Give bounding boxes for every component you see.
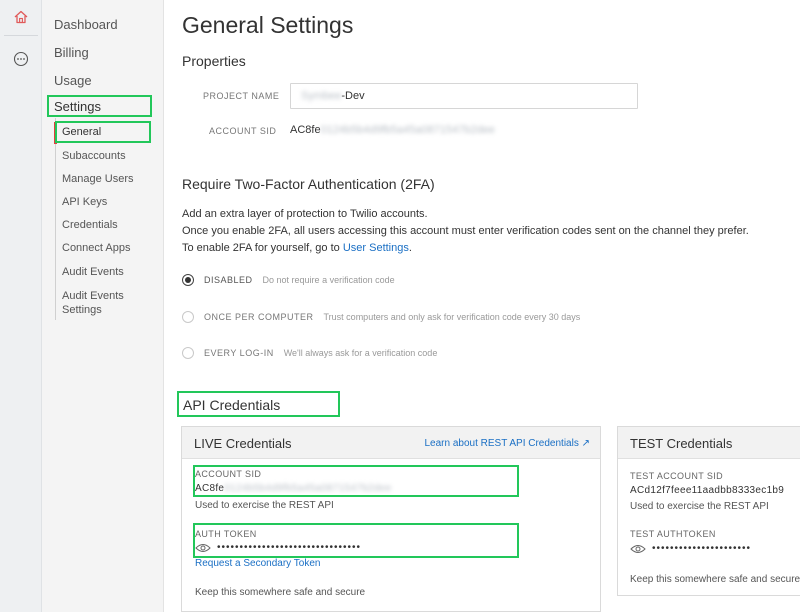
sidebar: Dashboard Billing Usage Settings General… [42,0,164,612]
option-every-desc: We'll always ask for a verification code [283,348,438,358]
user-settings-link[interactable]: User Settings [343,242,409,254]
project-name-label: PROJECT NAME [203,91,280,101]
test-sid-value: ACd12f7feee11aadbb8333ec1b9 [630,485,785,496]
option-every-label: EVERY LOG-IN [204,348,274,358]
main-content: General Settings Properties PROJECT NAME… [164,0,800,612]
live-sid-label: ACCOUNT SID [195,469,262,479]
page-title: General Settings [182,12,354,38]
radio-once-per-computer[interactable] [182,311,194,323]
project-name-input[interactable]: Symbee-Dev [290,83,638,109]
test-credentials-card: TEST Credentials TEST ACCOUNT SID ACd12f… [617,426,800,596]
option-disabled-label: DISABLED [204,275,253,285]
eye-icon[interactable] [195,543,211,553]
sidebar-item-api-keys[interactable]: API Keys [62,195,107,209]
live-sid-note: Used to exercise the REST API [195,500,334,511]
test-token-label: TEST AUTHTOKEN [630,529,716,539]
project-name-redacted: Symbee [301,90,342,102]
live-sid-redacted: 0124b5b4d9fb5a45a0871547b2dee [224,483,392,494]
more-icon [13,51,29,67]
sidebar-item-settings[interactable]: Settings [54,99,101,114]
live-card-title: LIVE Credentials [194,436,292,451]
sidebar-item-usage[interactable]: Usage [54,73,92,88]
project-name-suffix: -Dev [341,90,365,102]
submenu-line [55,118,56,320]
live-sid-value: AC8fe0124b5b4d9fb5a45a0871547b2dee [195,483,392,494]
option-disabled-desc: Do not require a verification code [262,275,395,285]
twofa-line-2: Once you enable 2FA, all users accessing… [182,225,749,237]
sidebar-item-dashboard[interactable]: Dashboard [54,17,118,32]
live-card-header: LIVE Credentials Learn about REST API Cr… [182,427,600,459]
option-once-label: ONCE PER COMPUTER [204,312,314,322]
option-once-per-computer[interactable]: ONCE PER COMPUTER Trust computers and on… [182,311,580,323]
twofa-line-3: To enable 2FA for yourself, go to User S… [182,242,412,254]
api-credentials-heading: API Credentials [183,397,281,413]
rail-divider [4,35,38,36]
auth-token-row: •••••••••••••••••••••••••••••••• [195,542,361,553]
test-sid-note: Used to exercise the REST API [630,501,769,512]
twofa-line-3-suffix: . [408,242,412,254]
properties-heading: Properties [182,53,246,69]
sidebar-item-connect-apps[interactable]: Connect Apps [62,241,131,255]
test-safe-note: Keep this somewhere safe and secure [630,574,800,585]
test-sid-label: TEST ACCOUNT SID [630,471,724,481]
home-button[interactable] [5,2,37,32]
sidebar-item-credentials[interactable]: Credentials [62,218,118,232]
test-token-row: •••••••••••••••••••••• [630,543,800,554]
sidebar-item-subaccounts[interactable]: Subaccounts [62,149,126,163]
option-every-login[interactable]: EVERY LOG-IN We'll always ask for a veri… [182,347,437,359]
live-credentials-card: LIVE Credentials Learn about REST API Cr… [181,426,601,612]
live-safe-note: Keep this somewhere safe and secure [195,587,366,598]
home-icon [14,10,28,24]
radio-every-login[interactable] [182,347,194,359]
account-sid-prefix: AC8fe [290,124,321,136]
twofa-heading: Require Two-Factor Authentication (2FA) [182,176,435,192]
request-secondary-token-link[interactable]: Request a Secondary Token [195,558,320,569]
live-sid-prefix: AC8fe [195,483,225,494]
twofa-line-1: Add an extra layer of protection to Twil… [182,208,428,220]
auth-token-label: AUTH TOKEN [195,529,257,539]
icon-rail [0,0,42,612]
sidebar-item-audit-events-settings[interactable]: Audit Events Settings [62,289,142,317]
learn-rest-api-link[interactable]: Learn about REST API Credentials ↗ [424,438,590,449]
test-card-title: TEST Credentials [630,436,733,451]
active-marker [54,122,57,144]
twofa-line-3-prefix: To enable 2FA for yourself, go to [182,242,343,254]
account-sid-redacted: 0124b5b4d9fb5a45a0871547b2dee [320,124,495,136]
sidebar-item-general[interactable]: General [62,125,101,139]
radio-disabled[interactable] [182,274,194,286]
sidebar-item-manage-users[interactable]: Manage Users [62,172,134,186]
test-token-value: •••••••••••••••••••••• [652,543,752,554]
eye-icon[interactable] [630,544,646,554]
more-button[interactable] [5,44,37,74]
option-once-desc: Trust computers and only ask for verific… [323,312,581,322]
sidebar-item-billing[interactable]: Billing [54,45,89,60]
account-sid-label: ACCOUNT SID [209,126,277,136]
sidebar-item-audit-events[interactable]: Audit Events [62,265,124,279]
test-card-header: TEST Credentials [618,427,800,459]
auth-token-value: •••••••••••••••••••••••••••••••• [217,542,362,553]
option-disabled[interactable]: DISABLED Do not require a verification c… [182,274,395,286]
account-sid-value: AC8fe0124b5b4d9fb5a45a0871547b2dee [290,124,495,136]
